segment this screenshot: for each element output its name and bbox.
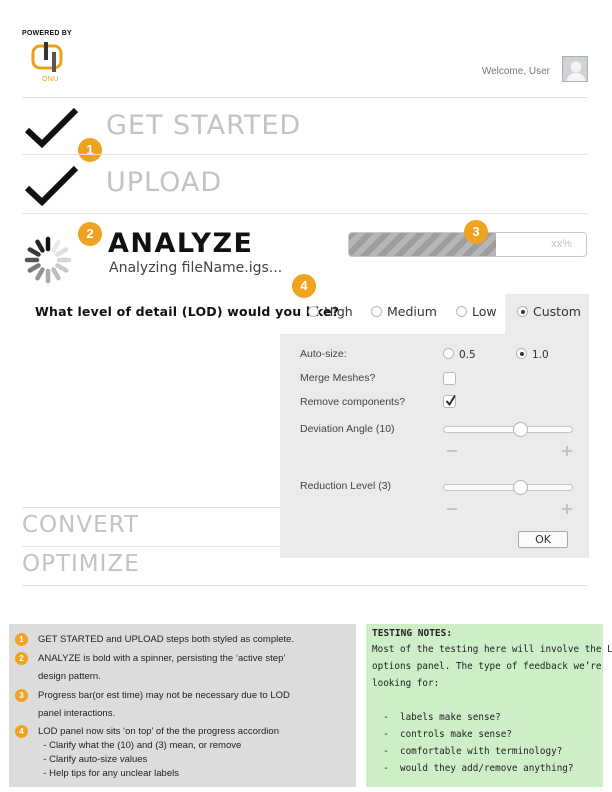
divider <box>22 154 588 155</box>
radio-custom[interactable] <box>517 306 528 317</box>
annotation-badge-4: 4 <box>292 274 316 298</box>
autosize-option-1-0[interactable]: 1.0 <box>516 348 549 361</box>
analyze-status-text: Analyzing fileName.igs... <box>109 260 283 276</box>
testing-note-line: - would they add/remove anything? <box>372 763 574 774</box>
autosize-option-label: 1.0 <box>532 349 549 361</box>
note-text: - Help tips for any unclear labels <box>38 768 179 779</box>
lod-option-low[interactable]: Low <box>456 304 497 319</box>
step-get-started[interactable]: GET STARTED <box>106 110 301 141</box>
lod-option-high[interactable]: High <box>308 304 353 319</box>
step-optimize[interactable]: OPTIMIZE <box>22 551 140 577</box>
radio-low[interactable] <box>456 306 467 317</box>
deviation-angle-slider[interactable] <box>443 422 573 437</box>
lod-option-medium[interactable]: Medium <box>371 304 437 319</box>
testing-notes-title: TESTING NOTES: <box>372 628 453 639</box>
annotation-badge-1: 1 <box>78 138 102 162</box>
checkmark-icon <box>445 395 456 407</box>
testing-note-line: - labels make sense? <box>372 712 501 723</box>
slider-thumb[interactable] <box>513 480 528 495</box>
annotation-badge-2: 2 <box>78 222 102 246</box>
note-text: design pattern. <box>38 671 101 682</box>
lod-question: What level of detail (LOD) would you lik… <box>35 304 340 319</box>
note-text: - Clarify what the (10) and (3) mean, or… <box>38 740 242 751</box>
onu-logo: POWERED BY ONU <box>22 30 82 83</box>
annotation-badge-3: 3 <box>464 220 488 244</box>
decrease-icon[interactable] <box>447 450 457 452</box>
note-text: GET STARTED and UPLOAD steps both styled… <box>38 634 295 645</box>
divider <box>22 585 588 586</box>
radio-high[interactable] <box>308 306 319 317</box>
lod-custom-panel <box>280 334 589 558</box>
user-icon <box>566 61 586 81</box>
onu-logo-mark <box>31 42 63 72</box>
reduction-level-label: Reduction Level (3) <box>300 480 392 492</box>
testing-note-line: - controls make sense? <box>372 729 512 740</box>
remove-components-checkbox[interactable] <box>443 395 456 408</box>
slider-thumb[interactable] <box>513 422 528 437</box>
testing-note-line: Most of the testing here will involve th… <box>372 644 612 655</box>
lod-option-label: Low <box>472 304 497 319</box>
note-badge-2: 2 <box>15 652 28 665</box>
note-text: LOD panel now sits ‘on top’ of the the p… <box>38 726 279 737</box>
testing-note-line: - comfortable with terminology? <box>372 746 563 757</box>
note-badge-3: 3 <box>15 689 28 702</box>
note-text: panel interactions. <box>38 708 116 719</box>
spinner-icon <box>24 236 72 284</box>
testing-note-line: options panel. The type of feedback we’r… <box>372 661 602 672</box>
step-upload[interactable]: UPLOAD <box>106 167 222 198</box>
testing-note-line: looking for: <box>372 678 440 689</box>
decrease-icon[interactable] <box>447 508 457 510</box>
step-analyze[interactable]: ANALYZE <box>108 228 253 259</box>
step-convert[interactable]: CONVERT <box>22 512 139 538</box>
lod-option-label: Custom <box>533 304 581 319</box>
merge-meshes-checkbox[interactable] <box>443 372 456 385</box>
autosize-option-label: 0.5 <box>459 349 476 361</box>
lod-option-label: High <box>324 304 353 319</box>
reduction-level-slider[interactable] <box>443 480 573 495</box>
remove-components-label: Remove components? <box>300 396 406 408</box>
note-badge-4: 4 <box>15 725 28 738</box>
divider <box>22 97 588 98</box>
check-icon <box>24 107 79 148</box>
lod-option-custom[interactable]: Custom <box>517 304 581 319</box>
radio-medium[interactable] <box>371 306 382 317</box>
lod-option-label: Medium <box>387 304 437 319</box>
logo-name: ONU <box>42 76 59 83</box>
divider <box>22 213 588 214</box>
radio-autosize-0-5[interactable] <box>443 348 454 359</box>
deviation-angle-label: Deviation Angle (10) <box>300 423 395 435</box>
check-icon <box>24 165 79 206</box>
increase-icon[interactable] <box>562 504 572 514</box>
welcome-text: Welcome, User <box>481 66 550 77</box>
autosize-option-0-5[interactable]: 0.5 <box>443 348 476 361</box>
increase-icon[interactable] <box>562 446 572 456</box>
note-text: ANALYZE is bold with a spinner, persisti… <box>38 653 286 664</box>
user-avatar[interactable] <box>562 56 588 82</box>
merge-meshes-label: Merge Meshes? <box>300 372 376 384</box>
note-text: - Clarify auto-size values <box>38 754 148 765</box>
radio-autosize-1-0[interactable] <box>516 348 527 359</box>
autosize-label: Auto-size: <box>300 348 347 360</box>
ok-button[interactable]: OK <box>518 531 568 548</box>
powered-by-label: POWERED BY <box>22 30 72 37</box>
note-badge-1: 1 <box>15 633 28 646</box>
note-text: Progress bar(or est time) may not be nec… <box>38 690 290 701</box>
progress-text: xx% <box>551 238 572 250</box>
